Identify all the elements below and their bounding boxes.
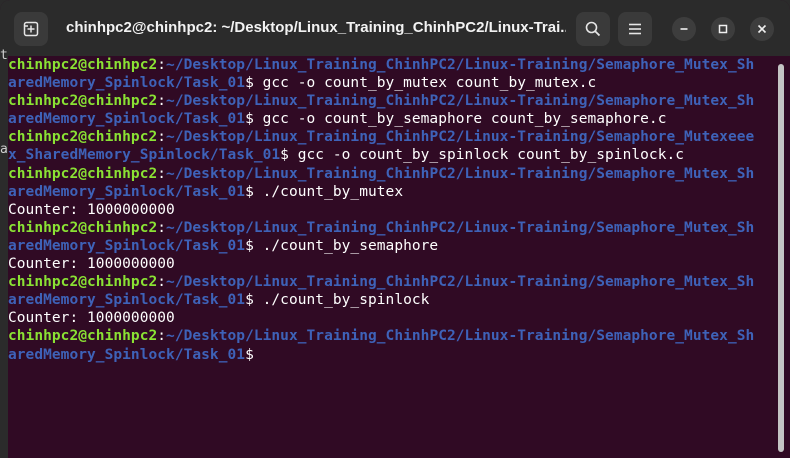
close-button[interactable] <box>750 17 774 41</box>
close-icon <box>757 24 767 34</box>
prompt-user: chinhpc2@chinhpc2 <box>8 328 158 345</box>
terminal-lines: chinhpc2@chinhpc2:~/Desktop/Linux_Traini… <box>8 56 773 364</box>
prompt-path: ~/Desktop/Linux_Training_ChinhPC2/Linux-… <box>166 57 755 73</box>
prompt-path: aredMemory_Spinlock/Task_01 <box>8 346 246 363</box>
command-text: $ ./count_by_semaphore <box>245 237 439 254</box>
prompt-path: aredMemory_Spinlock/Task_01 <box>8 111 246 128</box>
prompt-path: ~/Desktop/Linux_Training_ChinhPC2/Linux-… <box>166 129 755 146</box>
gutter-char: a <box>0 142 8 157</box>
scrollbar[interactable] <box>778 64 784 452</box>
prompt-path: x_SharedMemory_Spinlock/Task_01 <box>8 147 281 164</box>
terminal-line: Counter: 1000000000 <box>8 255 773 273</box>
prompt-separator: : <box>157 165 167 182</box>
terminal-line: chinhpc2@chinhpc2:~/Desktop/Linux_Traini… <box>8 219 773 237</box>
terminal-line: chinhpc2@chinhpc2:~/Desktop/Linux_Traini… <box>8 56 773 74</box>
prompt-path: aredMemory_Spinlock/Task_01 <box>8 75 246 92</box>
terminal-line: aredMemory_Spinlock/Task_01$ gcc -o coun… <box>8 110 773 128</box>
prompt-path: ~/Desktop/Linux_Training_ChinhPC2/Linux-… <box>166 328 755 345</box>
command-text: $ ./count_by_mutex <box>245 183 404 200</box>
title-bar: chinhpc2@chinhpc2: ~/Desktop/Linux_Train… <box>0 0 790 57</box>
prompt-user: chinhpc2@chinhpc2 <box>8 165 158 182</box>
command-text: $ gcc -o count_by_mutex count_by_mutex.c <box>245 75 597 92</box>
background-window-edge: t a <box>0 48 8 458</box>
command-text: $ gcc -o count_by_semaphore count_by_sem… <box>245 111 667 128</box>
new-tab-icon <box>23 21 39 37</box>
prompt-separator: : <box>157 57 167 73</box>
search-icon <box>585 21 601 37</box>
terminal-line: x_SharedMemory_Spinlock/Task_01$ gcc -o … <box>8 146 773 164</box>
prompt-user: chinhpc2@chinhpc2 <box>8 129 158 146</box>
prompt-path: ~/Desktop/Linux_Training_ChinhPC2/Linux-… <box>166 93 755 110</box>
prompt-user: chinhpc2@chinhpc2 <box>8 93 158 110</box>
minimize-icon <box>680 28 688 30</box>
terminal-line: aredMemory_Spinlock/Task_01$ ./count_by_… <box>8 237 773 255</box>
command-text: Counter: 1000000000 <box>8 256 175 273</box>
prompt-path: aredMemory_Spinlock/Task_01 <box>8 183 246 200</box>
command-text: $ <box>245 346 254 363</box>
terminal-line: aredMemory_Spinlock/Task_01$ gcc -o coun… <box>8 74 773 92</box>
terminal-line: Counter: 1000000000 <box>8 201 773 219</box>
search-button[interactable] <box>576 12 610 46</box>
command-text: $ gcc -o count_by_spinlock count_by_spin… <box>280 147 685 164</box>
window-title: chinhpc2@chinhpc2: ~/Desktop/Linux_Train… <box>66 19 566 36</box>
prompt-separator: : <box>157 93 167 110</box>
minimize-button[interactable] <box>672 17 696 41</box>
prompt-path: ~/Desktop/Linux_Training_ChinhPC2/Linux-… <box>166 219 755 236</box>
prompt-path: ~/Desktop/Linux_Training_ChinhPC2/Linux-… <box>166 165 755 182</box>
terminal-line: aredMemory_Spinlock/Task_01$ ./count_by_… <box>8 183 773 201</box>
terminal-line: chinhpc2@chinhpc2:~/Desktop/Linux_Traini… <box>8 92 773 110</box>
gutter-char: t <box>0 48 8 63</box>
maximize-icon <box>718 24 728 34</box>
prompt-user: chinhpc2@chinhpc2 <box>8 274 158 291</box>
menu-button[interactable] <box>618 12 652 46</box>
terminal-line: chinhpc2@chinhpc2:~/Desktop/Linux_Traini… <box>8 327 773 345</box>
prompt-separator: : <box>157 274 167 291</box>
prompt-path: aredMemory_Spinlock/Task_01 <box>8 292 246 309</box>
prompt-separator: : <box>157 328 167 345</box>
prompt-separator: : <box>157 129 167 146</box>
prompt-user: chinhpc2@chinhpc2 <box>8 219 158 236</box>
command-text: $ ./count_by_spinlock <box>245 292 430 309</box>
command-text: Counter: 1000000000 <box>8 201 175 218</box>
prompt-user: chinhpc2@chinhpc2 <box>8 57 158 73</box>
terminal-line: aredMemory_Spinlock/Task_01$ ./count_by_… <box>8 291 773 309</box>
terminal-output[interactable]: chinhpc2@chinhpc2:~/Desktop/Linux_Traini… <box>0 56 790 458</box>
terminal-line: chinhpc2@chinhpc2:~/Desktop/Linux_Traini… <box>8 273 773 291</box>
terminal-line: chinhpc2@chinhpc2:~/Desktop/Linux_Traini… <box>8 165 773 183</box>
terminal-line: chinhpc2@chinhpc2:~/Desktop/Linux_Traini… <box>8 128 773 146</box>
maximize-button[interactable] <box>711 17 735 41</box>
prompt-separator: : <box>157 219 167 236</box>
command-text: Counter: 1000000000 <box>8 310 175 327</box>
hamburger-menu-icon <box>629 23 641 35</box>
terminal-line: Counter: 1000000000 <box>8 309 773 327</box>
new-tab-button[interactable] <box>14 12 48 46</box>
terminal-line: aredMemory_Spinlock/Task_01$ <box>8 346 773 364</box>
terminal-window: chinhpc2@chinhpc2: ~/Desktop/Linux_Train… <box>0 0 790 458</box>
prompt-path: aredMemory_Spinlock/Task_01 <box>8 237 246 254</box>
prompt-path: ~/Desktop/Linux_Training_ChinhPC2/Linux-… <box>166 274 755 291</box>
